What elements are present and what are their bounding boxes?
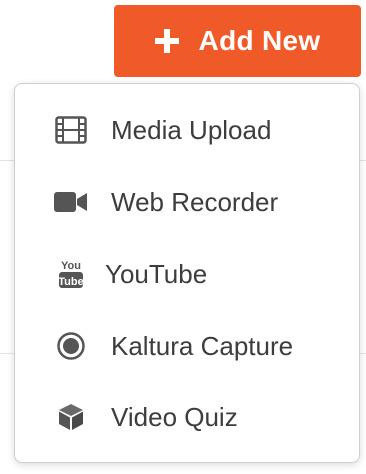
video-camera-icon [53,184,89,220]
menu-item-youtube[interactable]: You Tube YouTube [15,244,359,304]
record-icon [53,328,89,364]
menu-item-label: Web Recorder [111,186,279,217]
menu-item-label: Video Quiz [111,401,238,432]
menu-item-label: YouTube [105,258,208,289]
film-icon [53,112,89,148]
add-new-label: Add New [198,25,321,56]
menu-item-label: Media Upload [111,114,272,145]
add-new-button[interactable]: Add New [114,5,361,77]
cube-icon [53,399,89,435]
add-new-dropdown-menu: Media Upload Web Recorder You Tube YouTu… [14,83,360,463]
youtube-icon: You Tube [53,256,89,292]
svg-text:You: You [61,260,81,272]
menu-item-web-recorder[interactable]: Web Recorder [15,172,359,232]
menu-item-media-upload[interactable]: Media Upload [15,100,359,160]
svg-text:Tube: Tube [58,276,83,288]
menu-item-label: Kaltura Capture [111,330,294,361]
plus-icon [154,29,179,53]
menu-item-video-quiz[interactable]: Video Quiz [15,387,359,447]
menu-item-kaltura-capture[interactable]: Kaltura Capture [15,316,359,376]
